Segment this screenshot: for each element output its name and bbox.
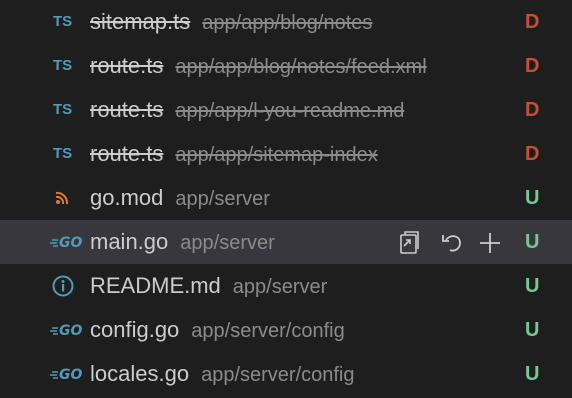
- open-file-icon[interactable]: [394, 230, 422, 256]
- file-name: route.ts: [90, 141, 164, 166]
- change-row-sitemap-ts[interactable]: TS sitemap.ts app/app/blog/notes D: [0, 0, 572, 44]
- svg-text:GO: GO: [59, 323, 82, 339]
- file-name: main.go: [90, 229, 169, 254]
- stage-changes-icon[interactable]: [476, 230, 504, 256]
- file-path: app/app/blog/notes/feed.xml: [175, 56, 427, 78]
- change-row-go-mod[interactable]: go.mod app/server U: [0, 176, 572, 220]
- rss-icon: [50, 187, 80, 209]
- change-entry: go.mod app/server: [90, 176, 270, 220]
- change-row-locales-go[interactable]: GO locales.go app/server/config U: [0, 352, 572, 396]
- typescript-file-icon: TS: [53, 57, 73, 74]
- info-icon: [50, 275, 80, 297]
- change-entry: config.go app/server/config: [90, 308, 345, 352]
- typescript-file-icon: TS: [53, 145, 73, 162]
- file-name: README.md: [90, 273, 221, 298]
- file-name: go.mod: [90, 185, 164, 210]
- change-row-route-ts-sitemap-index[interactable]: TS route.ts app/app/sitemap-index D: [0, 132, 572, 176]
- status-untracked: U: [525, 275, 540, 297]
- svg-text:GO: GO: [59, 367, 82, 383]
- status-untracked: U: [525, 319, 540, 341]
- discard-changes-icon[interactable]: [438, 230, 466, 256]
- status-deleted: D: [525, 99, 540, 121]
- status-deleted: D: [525, 55, 540, 77]
- change-row-route-ts-feed[interactable]: TS route.ts app/app/blog/notes/feed.xml D: [0, 44, 572, 88]
- change-row-readme-md[interactable]: README.md app/server U: [0, 264, 572, 308]
- change-entry: sitemap.ts app/app/blog/notes: [90, 0, 372, 44]
- change-row-main-go[interactable]: GO main.go app/server U: [0, 220, 572, 264]
- status-untracked: U: [525, 187, 540, 209]
- file-name: sitemap.ts: [90, 9, 191, 34]
- file-path: app/server: [180, 232, 275, 254]
- file-path: app/server/config: [201, 364, 355, 386]
- file-path: app/app/blog/notes: [202, 12, 373, 34]
- typescript-file-icon: TS: [53, 101, 73, 118]
- svg-text:GO: GO: [59, 235, 82, 251]
- file-path: app/server: [175, 188, 270, 210]
- file-path: app/app/sitemap-index: [175, 144, 378, 166]
- change-entry: locales.go app/server/config: [90, 352, 355, 396]
- change-row-config-go[interactable]: GO config.go app/server/config U: [0, 308, 572, 352]
- file-name: config.go: [90, 317, 180, 342]
- file-name: locales.go: [90, 361, 190, 386]
- row-actions: [394, 230, 514, 254]
- status-untracked: U: [525, 231, 540, 253]
- status-untracked: U: [525, 363, 540, 385]
- go-icon: GO: [50, 319, 82, 341]
- change-entry: README.md app/server: [90, 264, 327, 308]
- typescript-file-icon: TS: [53, 13, 73, 30]
- status-deleted: D: [525, 143, 540, 165]
- go-icon: GO: [50, 231, 82, 253]
- file-path: app/app/l-you-readme.md: [175, 100, 405, 122]
- change-entry: route.ts app/app/sitemap-index: [90, 132, 378, 176]
- change-entry: route.ts app/app/l-you-readme.md: [90, 88, 404, 132]
- file-name: route.ts: [90, 53, 164, 78]
- change-entry: route.ts app/app/blog/notes/feed.xml: [90, 44, 427, 88]
- source-control-changes-list: TS sitemap.ts app/app/blog/notes D TS rou…: [0, 0, 572, 398]
- file-name: route.ts: [90, 97, 164, 122]
- file-path: app/server/config: [191, 320, 345, 342]
- change-row-route-ts-readme[interactable]: TS route.ts app/app/l-you-readme.md D: [0, 88, 572, 132]
- go-icon: GO: [50, 363, 82, 385]
- change-entry: main.go app/server: [90, 220, 275, 264]
- file-path: app/server: [232, 276, 328, 298]
- status-deleted: D: [525, 11, 540, 33]
